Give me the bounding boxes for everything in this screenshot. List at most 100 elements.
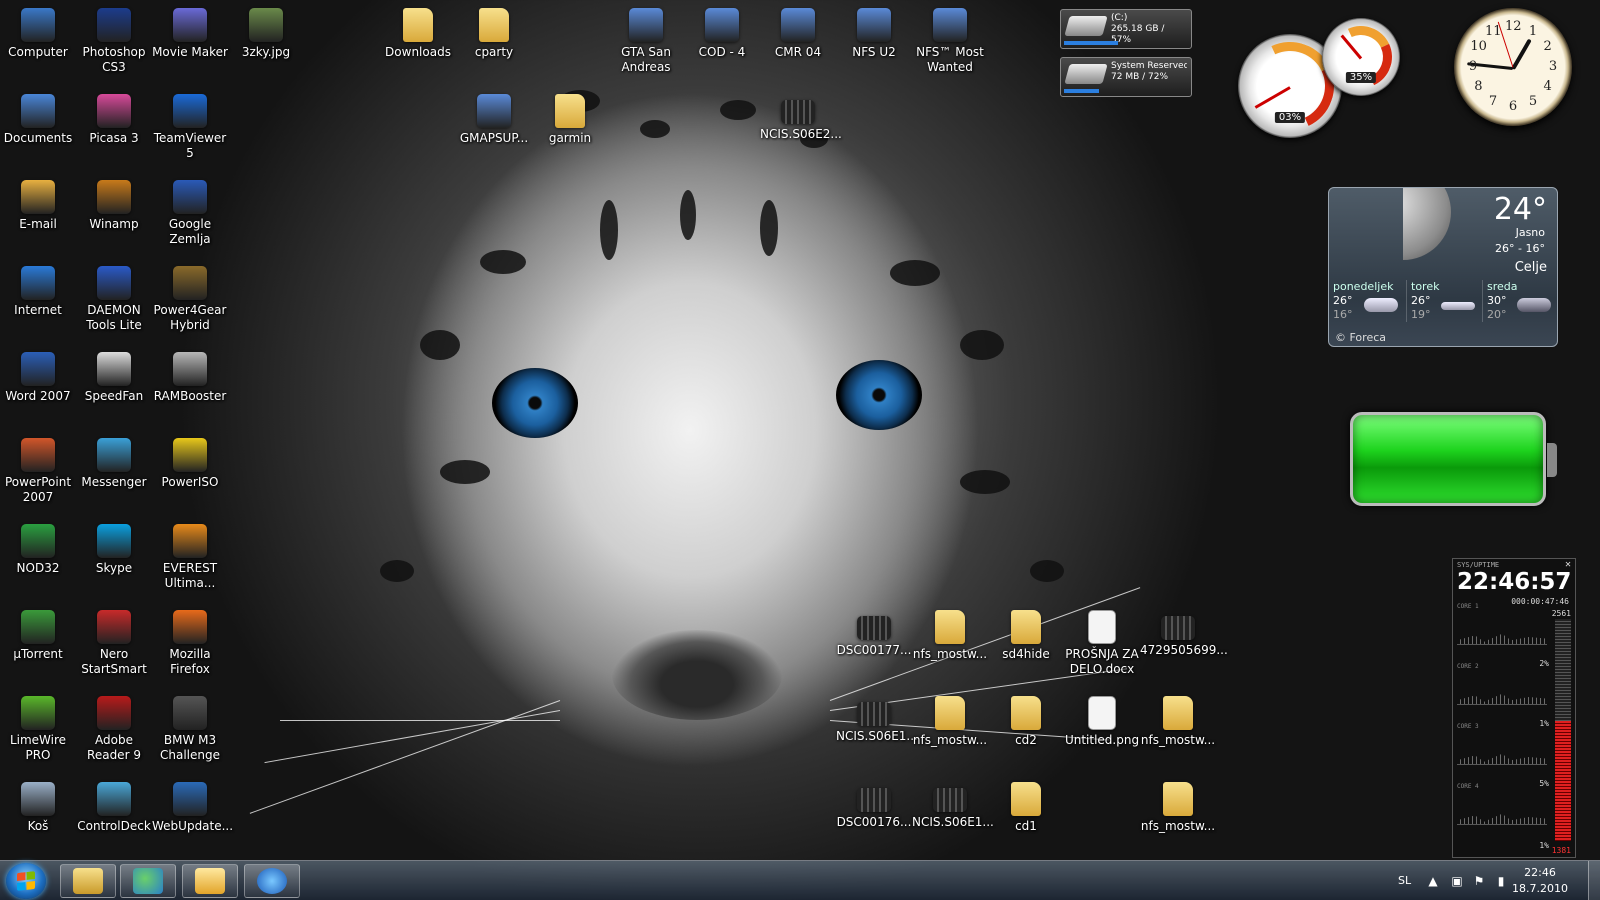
desktop-icon-torrent[interactable]: µTorrent <box>0 610 76 662</box>
desktop-icon-e-mail[interactable]: E-mail <box>0 180 76 232</box>
language-indicator[interactable]: SL <box>1398 861 1411 900</box>
desktop-icon-messenger[interactable]: Messenger <box>76 438 152 490</box>
desktop-icon-power4gear-hybrid[interactable]: Power4Gear Hybrid <box>152 266 228 333</box>
desktop-icon-label: CMR 04 <box>774 45 822 59</box>
desktop-icon-ncis-s06e1[interactable]: NCIS.S06E1... <box>836 696 918 744</box>
desktop-icon-nfs-mostw[interactable]: nfs_mostw... <box>912 610 988 662</box>
sd4hide-icon <box>1011 610 1041 644</box>
leopard-spot <box>600 200 618 260</box>
taskbar-internet-explorer-button[interactable] <box>244 864 300 898</box>
desktop-icon-dsc00177[interactable]: DSC00177... <box>836 610 912 658</box>
documents-icon <box>21 94 55 128</box>
desktop-icon-winamp[interactable]: Winamp <box>76 180 152 232</box>
weather-gadget[interactable]: 24° Jasno 26° - 16° Celje ponedeljek 26°… <box>1328 187 1558 347</box>
forecast-day-name: sreda <box>1487 280 1518 293</box>
usb-device-icon[interactable]: ▣ <box>1450 874 1464 888</box>
powerpoint-2007-icon <box>21 438 55 472</box>
network-signal-icon[interactable]: ▮ <box>1494 874 1508 888</box>
desktop-icon-mozilla-firefox[interactable]: Mozilla Firefox <box>152 610 228 677</box>
desktop-icon-controldeck[interactable]: ControlDeck <box>76 782 152 834</box>
desktop-icon-teamviewer-5[interactable]: TeamViewer 5 <box>152 94 228 161</box>
desktop-icon-skype[interactable]: Skype <box>76 524 152 576</box>
memory-meter-gadget[interactable]: 35% <box>1321 17 1401 97</box>
hour-hand <box>1511 38 1532 70</box>
desktop-icon-speedfan[interactable]: SpeedFan <box>76 352 152 404</box>
desktop-icon-nfs-mostw[interactable]: nfs_mostw... <box>1140 696 1216 748</box>
start-button[interactable] <box>6 863 46 899</box>
desktop-icon-word-2007[interactable]: Word 2007 <box>0 352 76 404</box>
desktop-icon-dsc00176[interactable]: DSC00176... <box>836 782 912 830</box>
desktop-icon-downloads[interactable]: Downloads <box>380 8 456 60</box>
desktop-icon-cmr-04[interactable]: CMR 04 <box>760 8 836 60</box>
action-center-flag-icon[interactable]: ⚑ <box>1472 874 1486 888</box>
desktop-icon-cparty[interactable]: cparty <box>456 8 532 60</box>
desktop-icon-label: EVEREST Ultima... <box>162 561 218 590</box>
desktop-icon-rambooster[interactable]: RAMBooster <box>152 352 228 404</box>
show-hidden-icons-icon[interactable]: ▲ <box>1426 874 1440 888</box>
core-graph <box>1457 753 1547 765</box>
desktop-icon-label: ControlDeck <box>77 819 151 833</box>
desktop-icon-nfs-most-wanted[interactable]: NFS™ Most Wanted <box>912 8 988 75</box>
desktop-icon-cod-4[interactable]: COD - 4 <box>684 8 760 60</box>
desktop-icon-cd2[interactable]: cd2 <box>988 696 1064 748</box>
movie-maker-icon <box>173 8 207 42</box>
leopard-spot <box>480 250 526 274</box>
torrent-icon <box>21 610 55 644</box>
taskbar-clock[interactable]: 22:46 18.7.2010 <box>1510 865 1570 897</box>
desktop-icon-ncis-s06e1[interactable]: NCIS.S06E1... <box>912 782 994 830</box>
drive-c-gadget[interactable]: (C:) 265.18 GB / 57% <box>1060 9 1192 49</box>
desktop-icon-poweriso[interactable]: PowerISO <box>152 438 228 490</box>
windows-logo-icon <box>17 871 35 891</box>
everest-ultima-icon <box>173 524 207 558</box>
leopard-spot <box>960 470 1010 494</box>
desktop-icon-ncis-s06e2[interactable]: NCIS.S06E2... <box>760 94 842 142</box>
desktop-icon-nfs-mostw[interactable]: nfs_mostw... <box>1140 782 1216 834</box>
desktop-icon-webupdate[interactable]: WebUpdate... <box>152 782 233 834</box>
desktop-icon-gta-san-andreas[interactable]: GTA San Andreas <box>608 8 684 75</box>
desktop-icon-3zky-jpg[interactable]: 3zky.jpg <box>228 8 304 60</box>
taskbar-messenger-button[interactable] <box>120 864 176 898</box>
desktop-icon-picasa-3[interactable]: Picasa 3 <box>76 94 152 146</box>
desktop-icon-label: NCIS.S06E1... <box>836 729 918 743</box>
desktop-icon-pro-nja-za-delo-docx[interactable]: PROŠNJA ZA DELO.docx <box>1064 610 1140 677</box>
desktop-icon-nfs-u2[interactable]: NFS U2 <box>836 8 912 60</box>
drive-system-reserved-gadget[interactable]: System Reserved 72 MB / 72% <box>1060 57 1192 97</box>
taskbar-explorer-button[interactable] <box>60 864 116 898</box>
desktop-icon-google-zemlja[interactable]: Google Zemlja <box>152 180 228 247</box>
desktop-icon-gmapsup[interactable]: GMAPSUP... <box>456 94 532 146</box>
clock-gadget[interactable]: 12 1 2 3 4 5 6 7 8 9 10 11 <box>1454 8 1572 126</box>
desktop-icon-movie-maker[interactable]: Movie Maker <box>152 8 228 60</box>
desktop-icon-label: Untitled.png <box>1064 733 1140 747</box>
system-monitor-gadget[interactable]: SYS/UPTIME ✕ 22:46:57 000:00:47:46 2561 … <box>1452 558 1576 858</box>
rambooster-icon <box>173 352 207 386</box>
desktop-icon-photoshop-cs3[interactable]: Photoshop CS3 <box>76 8 152 75</box>
desktop-icon-computer[interactable]: Computer <box>0 8 76 60</box>
desktop-icon-limewire-pro[interactable]: LimeWire PRO <box>0 696 76 763</box>
desktop-icon-label: Mozilla Firefox <box>169 647 211 676</box>
desktop-icon-cd1[interactable]: cd1 <box>988 782 1064 834</box>
desktop-icon-untitled-png[interactable]: Untitled.png <box>1064 696 1140 748</box>
clock-numeral: 12 <box>1505 19 1522 34</box>
desktop-icon-documents[interactable]: Documents <box>0 94 76 146</box>
desktop-icon-bmw-m3-challenge[interactable]: BMW M3 Challenge <box>152 696 228 763</box>
desktop-icon-sd4hide[interactable]: sd4hide <box>988 610 1064 662</box>
desktop-icon-label: cd2 <box>1015 733 1037 747</box>
desktop-icon-nero-startsmart[interactable]: Nero StartSmart <box>76 610 152 677</box>
desktop-icon-everest-ultima[interactable]: EVEREST Ultima... <box>152 524 228 591</box>
clock-numeral: 3 <box>1548 59 1558 74</box>
desktop-icon-adobe-reader-9[interactable]: Adobe Reader 9 <box>76 696 152 763</box>
desktop-icon-internet[interactable]: Internet <box>0 266 76 318</box>
desktop-icon-daemon-tools-lite[interactable]: DAEMON Tools Lite <box>76 266 152 333</box>
show-desktop-button[interactable] <box>1588 861 1600 900</box>
battery-gadget[interactable] <box>1350 412 1557 506</box>
desktop-icon-4729505699[interactable]: 4729505699... <box>1140 610 1228 658</box>
weather-city: Celje <box>1514 260 1547 275</box>
desktop-icon-ko[interactable]: Koš <box>0 782 76 834</box>
desktop-icon-nod32[interactable]: NOD32 <box>0 524 76 576</box>
desktop-icon-garmin[interactable]: garmin <box>532 94 608 146</box>
taskbar-mail-button[interactable] <box>182 864 238 898</box>
clock-numeral: 9 <box>1468 59 1478 74</box>
desktop-icon-nfs-mostw[interactable]: nfs_mostw... <box>912 696 988 748</box>
weather-credit[interactable]: © Foreca <box>1335 331 1386 344</box>
desktop-icon-powerpoint-2007[interactable]: PowerPoint 2007 <box>0 438 76 505</box>
